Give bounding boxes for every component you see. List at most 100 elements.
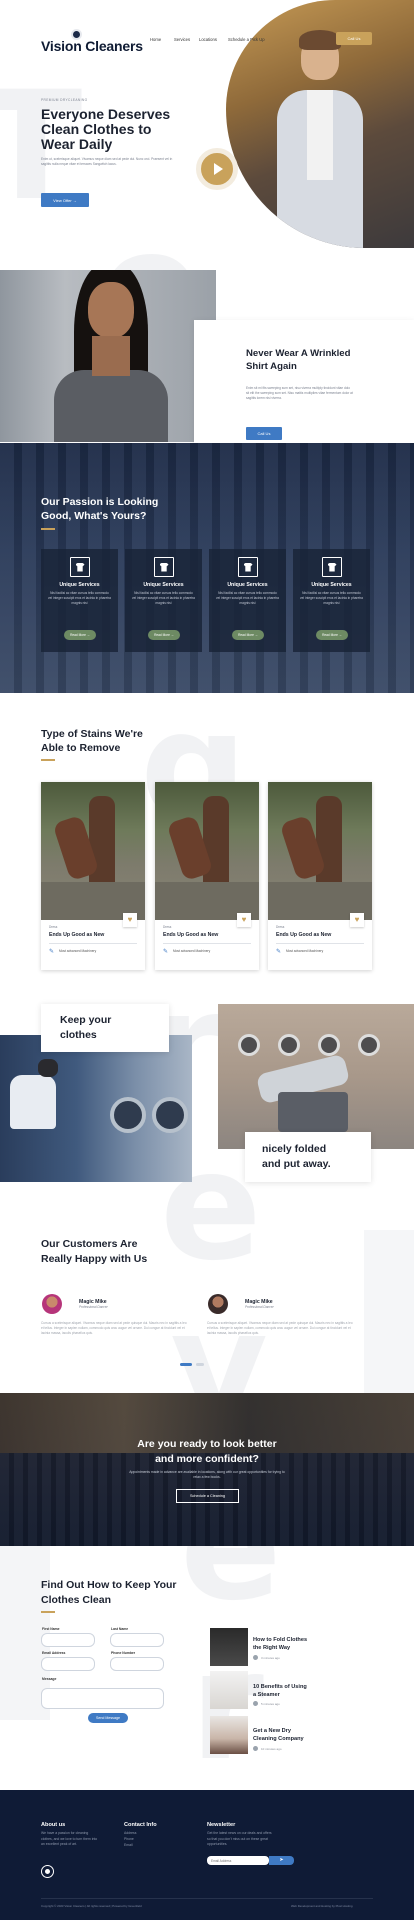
nav-locations[interactable]: Locations <box>199 37 217 42</box>
stains-title: Type of Stains We're Able to Remove <box>41 728 143 754</box>
carousel-dot[interactable] <box>196 1363 204 1366</box>
footer-newsletter-title: Newsletter <box>207 1822 236 1828</box>
message-label: Message <box>42 1677 57 1681</box>
cta-title: Are you ready to look better and more con… <box>137 1438 277 1465</box>
service-card: Unique Services Nisl facilisi ac vitae c… <box>125 549 202 652</box>
post-thumbnail[interactable] <box>210 1716 248 1754</box>
heart-badge[interactable]: ♥ <box>350 913 364 927</box>
send-message-button[interactable]: Send Message <box>88 1713 128 1723</box>
stain-divider <box>163 943 251 944</box>
shirt-icon <box>154 557 174 577</box>
stain-title: Ends Up Good as New <box>49 932 105 938</box>
service-title: Unique Services <box>311 582 352 588</box>
service-body: Nisl facilisi ac vitae cursus tellu comm… <box>216 591 279 605</box>
logo[interactable]: Vision Cleaners <box>41 38 143 54</box>
phone-label: Phone Number <box>111 1651 136 1655</box>
stain-card[interactable]: ♥ Dress Ends Up Good as New ✎ Most advan… <box>155 782 259 970</box>
email-label: Email Address <box>42 1651 66 1655</box>
footer-logo-icon <box>41 1865 54 1878</box>
service-title: Unique Services <box>227 582 268 588</box>
stain-title: Ends Up Good as New <box>276 932 332 938</box>
passion-title-underline <box>41 528 55 530</box>
service-read-more[interactable]: Read More → <box>148 630 180 640</box>
header-call-button[interactable]: Call Us <box>336 32 372 45</box>
service-read-more[interactable]: Read More → <box>316 630 348 640</box>
first-name-field[interactable] <box>41 1633 95 1647</box>
post-title[interactable]: Get a New Dry Cleaning Company <box>253 1727 304 1743</box>
phone-field[interactable] <box>110 1657 164 1671</box>
carousel-dot-active[interactable] <box>180 1363 192 1366</box>
hero-person-shape <box>271 30 366 248</box>
post-thumbnail[interactable] <box>210 1671 248 1709</box>
schedule-cleaning-button[interactable]: Schedule a Cleaning <box>176 1489 239 1503</box>
post-title[interactable]: 10 Benefits of Using a Steamer <box>253 1683 307 1699</box>
wrinkle-call-button[interactable]: Call Us <box>246 427 282 440</box>
newsletter-submit-button[interactable]: ➤ <box>269 1856 294 1865</box>
heart-badge[interactable]: ♥ <box>123 913 137 927</box>
heart-icon: ♥ <box>127 915 133 924</box>
nav-home[interactable]: Home <box>150 37 161 42</box>
pencil-icon: ✎ <box>49 949 55 955</box>
testimonial-quote: Cursus a scelerisque aliquet. Vivamus ne… <box>41 1321 187 1335</box>
hero-body: Enim ut, scelerisque aliquet. Vivamus ne… <box>41 157 173 166</box>
stain-title: Ends Up Good as New <box>163 932 219 938</box>
footer-contact-email[interactable]: Email <box>124 1843 132 1849</box>
email-field[interactable] <box>41 1657 95 1671</box>
wrinkle-title: Never Wear A Wrinkled Shirt Again <box>246 348 351 372</box>
footer-about-body: We have a passion for cleaning clothes, … <box>41 1831 98 1846</box>
laundromat-photo <box>218 1004 414 1149</box>
nav-services[interactable]: Services <box>174 37 190 42</box>
service-read-more[interactable]: Read More → <box>232 630 264 640</box>
service-body: Nisl facilisi ac vitae cursus tellu comm… <box>132 591 195 605</box>
contact-title: Find Out How to Keep Your Clothes Clean <box>41 1579 177 1606</box>
folded-text: nicely folded and put away. <box>262 1143 331 1170</box>
stain-tag: Dress <box>49 925 58 929</box>
testimonial-quote: Cursus a scelerisque aliquet. Vivamus ne… <box>207 1321 353 1335</box>
post-date: 3 minutes ago <box>261 1656 280 1660</box>
heart-badge[interactable]: ♥ <box>237 913 251 927</box>
pencil-icon: ✎ <box>276 949 282 955</box>
author-avatar <box>253 1701 258 1706</box>
stain-tag: Dress <box>163 925 172 929</box>
shirt-icon <box>322 557 342 577</box>
hero-eyebrow: PREMIUM DRYCLEANING <box>41 98 88 102</box>
hero-title: Everyone Deserves Clean Clothes to Wear Da… <box>41 106 171 152</box>
author-avatar <box>253 1655 258 1660</box>
footer-contact-address[interactable]: Address <box>124 1831 136 1837</box>
stain-link[interactable]: Most advanced Machinery <box>59 949 96 954</box>
stain-divider <box>49 943 137 944</box>
send-icon: ➤ <box>279 1857 284 1863</box>
last-name-label: Last Name <box>111 1627 129 1631</box>
stain-link[interactable]: Most advanced Machinery <box>173 949 210 954</box>
shirt-icon <box>238 557 258 577</box>
laundry-worker-photo <box>0 1035 192 1182</box>
message-field[interactable] <box>41 1688 164 1709</box>
passion-title: Our Passion is Looking Good, What's Yours… <box>41 496 159 522</box>
nav-schedule-pickup[interactable]: Schedule a Pick Up <box>228 37 265 42</box>
rugby-photo <box>155 782 259 920</box>
last-name-field[interactable] <box>110 1633 164 1647</box>
hero-offer-button[interactable]: View Offer → <box>41 193 89 207</box>
testimonial-role: Professional Dancer <box>79 1305 108 1309</box>
footer-newsletter-body: Get the latest news on our deals and off… <box>207 1831 272 1846</box>
footer-about-title: About us <box>41 1822 66 1828</box>
stain-tag: Dress <box>276 925 285 929</box>
footer <box>0 1790 414 1920</box>
service-read-more[interactable]: Read More → <box>64 630 96 640</box>
stain-card[interactable]: ♥ Dress Ends Up Good as New ✎ Most advan… <box>41 782 145 970</box>
play-video-button[interactable] <box>196 148 238 190</box>
post-title[interactable]: How to Fold Clothes the Right Way <box>253 1636 307 1652</box>
footer-contact-title: Contact Info <box>124 1822 157 1828</box>
post-date: 5 minutes ago <box>261 1702 280 1706</box>
footer-contact-phone[interactable]: Phone <box>124 1837 134 1843</box>
testimonials-title: Our Customers Are Really Happy with Us <box>41 1238 148 1265</box>
stain-card[interactable]: ♥ Dress Ends Up Good as New ✎ Most advan… <box>268 782 372 970</box>
testimonial-role: Professional Dancer <box>245 1305 274 1309</box>
stain-link[interactable]: Most advanced Machinery <box>286 949 323 954</box>
service-card: Unique Services Nisl facilisi ac vitae c… <box>209 549 286 652</box>
service-body: Nisl facilisi ac vitae cursus tellu comm… <box>48 591 111 605</box>
post-date: 10 minutes ago <box>261 1747 282 1751</box>
newsletter-email-input[interactable]: Email Address <box>207 1856 269 1865</box>
post-thumbnail[interactable] <box>210 1628 248 1666</box>
rugby-photo <box>268 782 372 920</box>
